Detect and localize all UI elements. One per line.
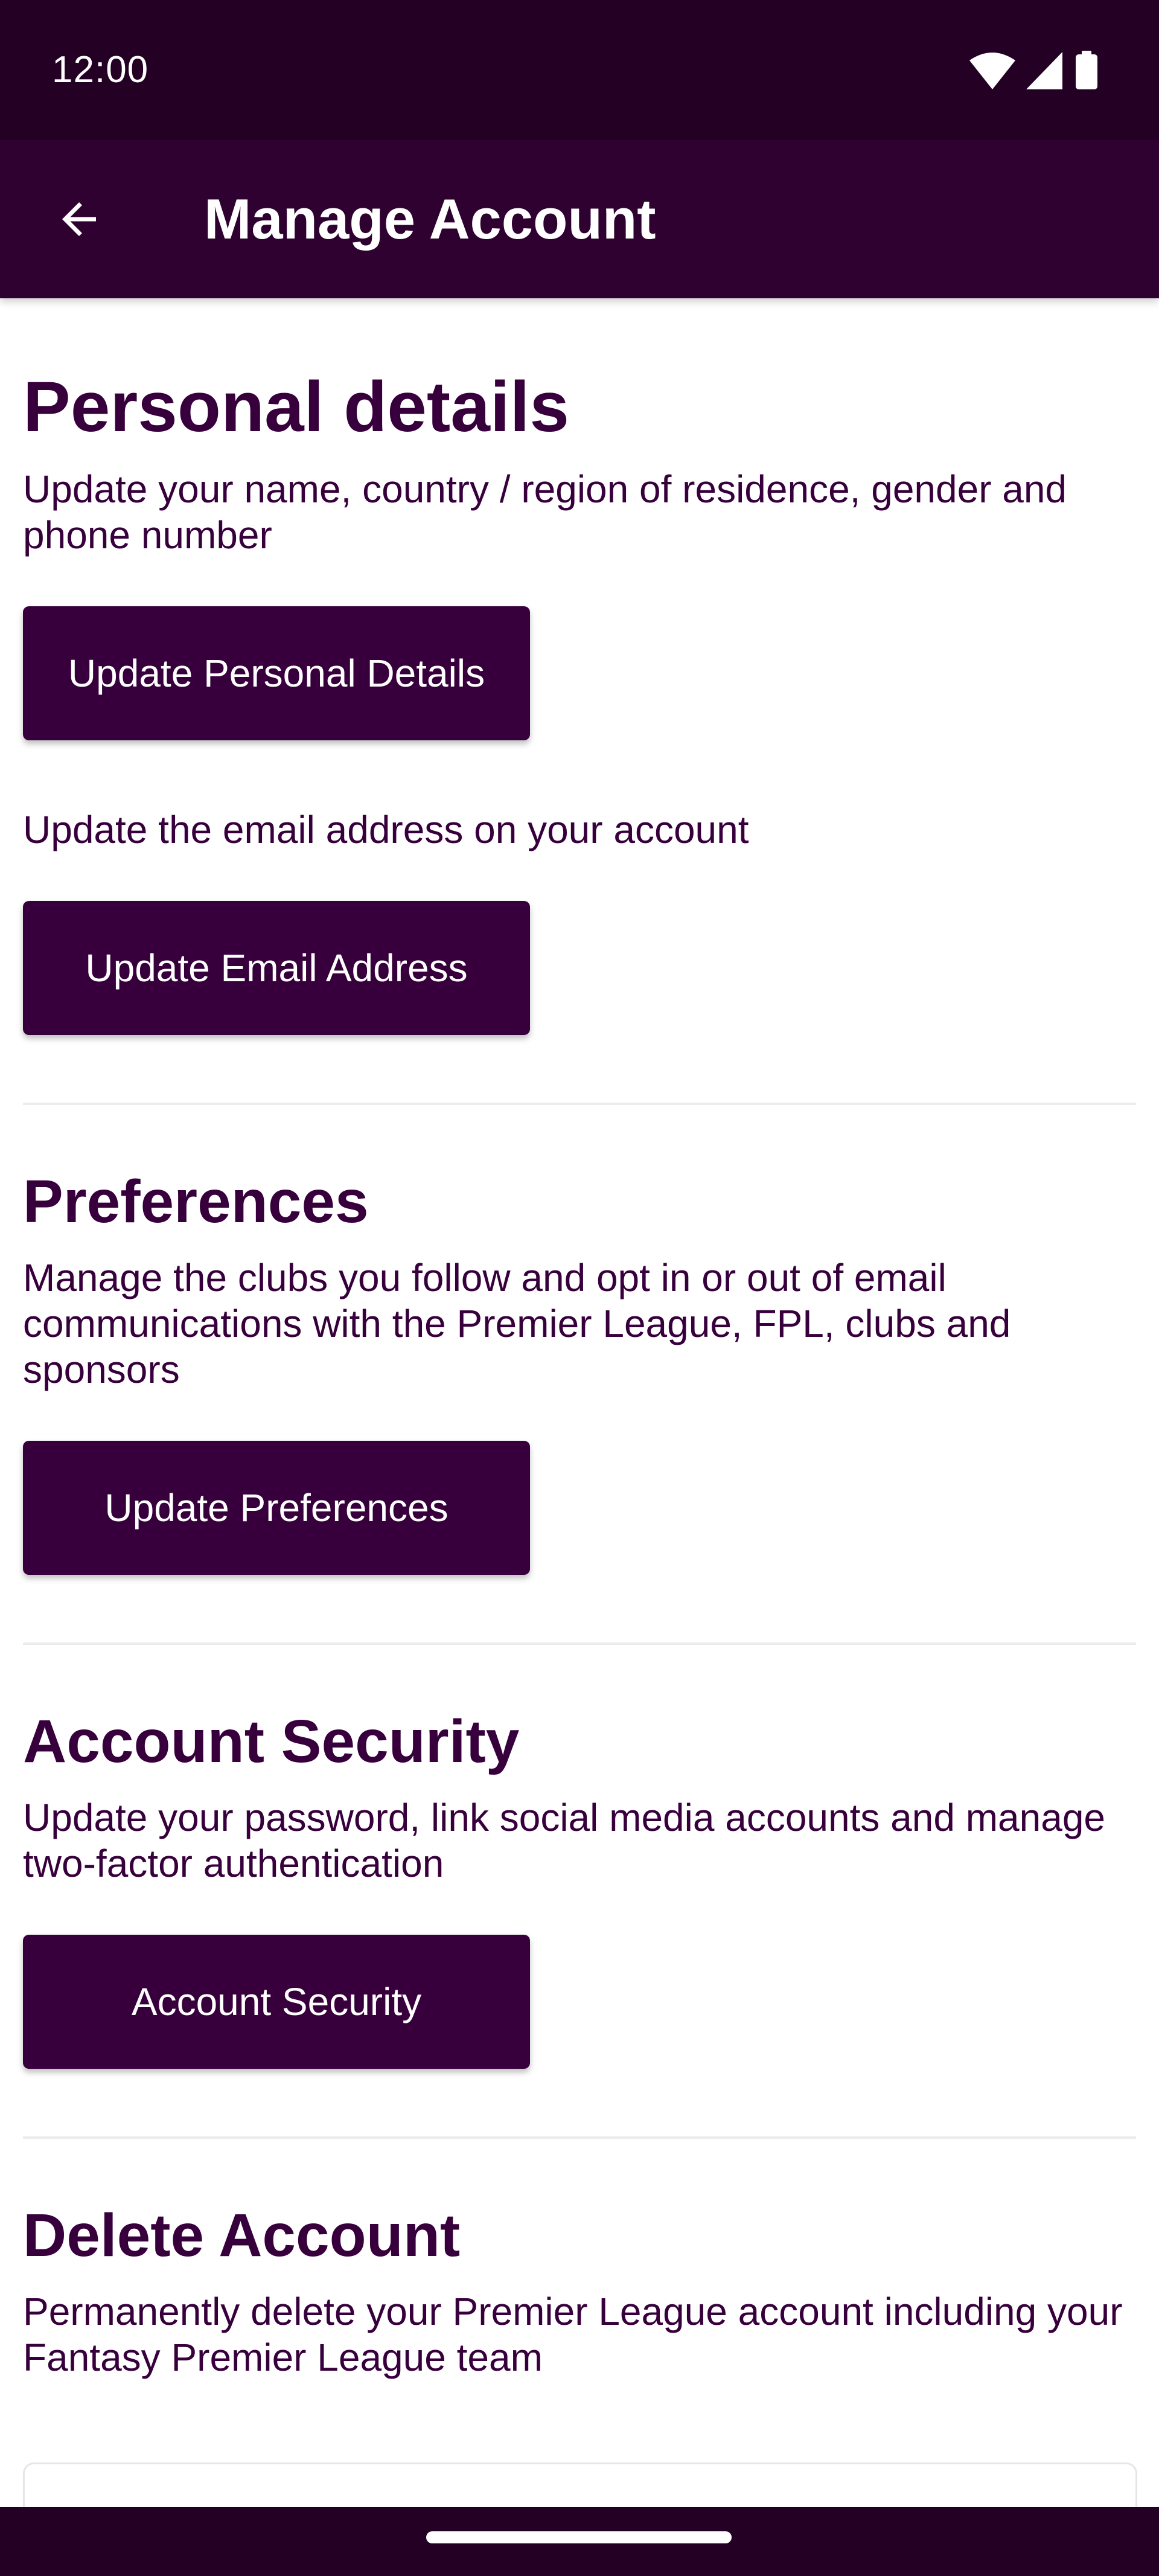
page-title: Manage Account (204, 187, 656, 251)
account-security-button[interactable]: Account Security (23, 1935, 530, 2069)
update-email-address-button[interactable]: Update Email Address (23, 901, 530, 1035)
email-description: Update the email address on your account (23, 808, 749, 851)
delete-account-description: Permanently delete your Premier League a… (23, 2290, 1123, 2379)
personal-details-section: Personal details Update your name, count… (23, 298, 1136, 1035)
preferences-description: Manage the clubs you follow and opt in o… (23, 1256, 1011, 1391)
wifi-icon (969, 53, 1015, 89)
cell-signal-icon (1026, 52, 1062, 89)
status-icons (969, 51, 1097, 89)
main-content: Personal details Update your name, count… (23, 298, 1136, 2380)
status-bar: 12:00 (0, 0, 1159, 140)
delete-account-heading: Delete Account (23, 2202, 461, 2269)
status-time: 12:00 (52, 49, 149, 91)
update-preferences-button[interactable]: Update Preferences (23, 1441, 530, 1575)
delete-account-section: Delete Account Permanently delete your P… (23, 2139, 1136, 2380)
account-security-description: Update your password, link social media … (23, 1796, 1105, 1885)
update-personal-details-button[interactable]: Update Personal Details (23, 606, 530, 740)
preferences-heading: Preferences (23, 1168, 369, 1235)
back-button[interactable] (42, 182, 116, 256)
home-gesture-handle[interactable] (426, 2531, 732, 2543)
account-security-section: Account Security Update your password, l… (23, 1645, 1136, 2069)
system-nav-bar (0, 2507, 1159, 2576)
app-bar: Manage Account (0, 140, 1159, 298)
battery-icon (1076, 51, 1097, 89)
personal-details-heading: Personal details (23, 367, 570, 447)
account-security-heading: Account Security (23, 1708, 520, 1775)
arrow-left-icon (62, 202, 96, 236)
preferences-section: Preferences Manage the clubs you follow … (23, 1105, 1136, 1575)
personal-details-description: Update your name, country / region of re… (23, 467, 1067, 557)
